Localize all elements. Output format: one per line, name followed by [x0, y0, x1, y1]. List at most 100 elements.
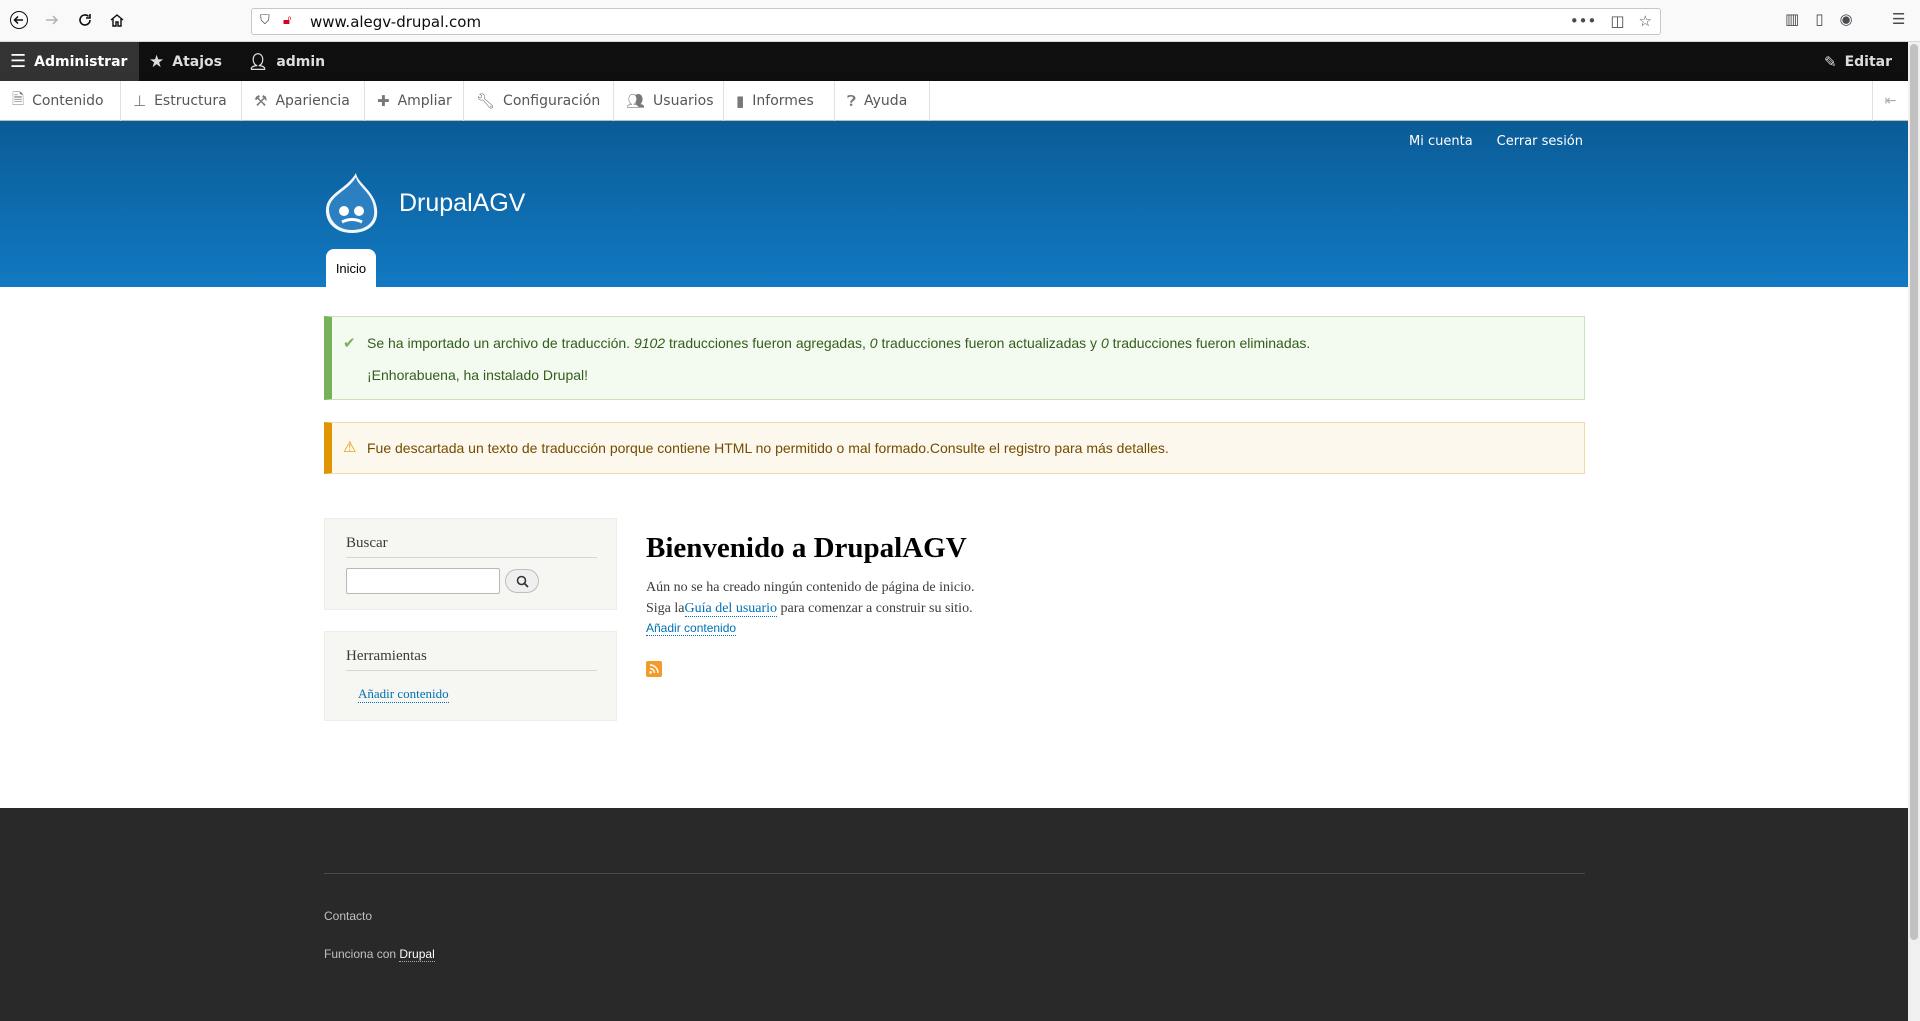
edit-button[interactable]: ✎ Editar — [1814, 42, 1908, 81]
drupal-logo[interactable] — [323, 171, 381, 235]
admin-toolbar: ☰ Administrar ★ Atajos 👤︎ admin ✎ Editar — [0, 42, 1908, 81]
secondary-menu: Mi cuenta Cerrar sesión — [1409, 134, 1583, 149]
pencil-icon: ✎ — [1823, 52, 1837, 71]
address-bar[interactable]: ⛉ 🔓︎ www.alegv-drupal.com ••• ◫ ☆ — [251, 8, 1661, 35]
account-icon[interactable]: ◉ — [1839, 10, 1852, 28]
collapse-icon: ⇤ — [1884, 93, 1897, 109]
tray-item-estructura[interactable]: ⊥ Estructura — [121, 81, 242, 121]
powered-by: Funciona con Drupal — [324, 947, 435, 962]
updated-count: 0 — [869, 335, 878, 351]
shortcuts-button[interactable]: ★ Atajos — [139, 42, 232, 81]
star-icon: ★ — [149, 51, 165, 72]
search-input[interactable] — [346, 568, 500, 594]
footer-divider — [324, 873, 1585, 874]
search-block: Buscar — [324, 518, 617, 610]
tab-inicio[interactable]: Inicio — [326, 249, 376, 287]
tray-item-usuarios[interactable]: 👥︎ Usuarios — [614, 81, 724, 121]
tray-label: Ampliar — [397, 93, 452, 109]
site-footer: Contacto Funciona con Drupal — [0, 808, 1908, 1021]
status-line-2: ¡Enhorabuena, ha instalado Drupal! — [367, 367, 589, 383]
my-account-link[interactable]: Mi cuenta — [1409, 134, 1473, 149]
manage-label: Administrar — [34, 53, 128, 70]
shortcuts-label: Atajos — [172, 53, 222, 70]
menu-icon[interactable]: ☰ — [1892, 10, 1905, 28]
added-text: traducciones fueron agregadas, — [668, 335, 866, 351]
edit-label: Editar — [1844, 53, 1892, 70]
intro-line-2-suffix: para comenzar a construir su sitio. — [777, 601, 973, 616]
checkmark-icon: ✔ — [343, 335, 356, 352]
warning-message: ⚠ Fue descartada un texto de traducción … — [324, 422, 1585, 474]
tray-item-configuracion[interactable]: 🔧︎ Configuración — [464, 81, 614, 121]
sidebar-icon[interactable]: ▯ — [1815, 10, 1823, 28]
bookmark-star-icon[interactable]: ☆ — [1639, 12, 1652, 30]
search-block-title: Buscar — [346, 535, 388, 551]
back-button[interactable] — [7, 8, 31, 32]
status-text: Se ha importado un archivo de traducción… — [367, 335, 631, 351]
pocket-icon[interactable]: ◫ — [1610, 12, 1624, 30]
tray-item-ayuda[interactable]: ❓︎ Ayuda — [835, 81, 930, 121]
tray-label: Contenido — [32, 93, 104, 109]
deleted-count: 0 — [1100, 335, 1109, 351]
page-scrollbar[interactable] — [1908, 42, 1920, 1021]
home-button[interactable] — [105, 8, 129, 32]
forward-button[interactable] — [40, 8, 64, 32]
user-button[interactable]: 👤︎ admin — [238, 42, 335, 81]
add-content-link[interactable]: Añadir contenido — [358, 686, 449, 703]
user-guide-link[interactable]: Guía del usuario — [684, 601, 778, 617]
deleted-text: traducciones fueron eliminadas. — [1112, 335, 1311, 351]
tray-orientation-toggle[interactable]: ⇤ — [1872, 81, 1908, 121]
hamburger-icon: ☰ — [10, 51, 27, 72]
url-text[interactable]: www.alegv-drupal.com — [310, 13, 481, 31]
tray-item-contenido[interactable]: 🗎︎ Contenido — [0, 81, 121, 121]
browser-toolbar: ⛉ 🔓︎ www.alegv-drupal.com ••• ◫ ☆ ▥ ▯ ◉ … — [0, 0, 1920, 42]
block-divider — [346, 670, 597, 671]
intro-line-2-prefix: Siga la — [646, 601, 685, 616]
sitemap-icon: ⊥ — [133, 92, 147, 110]
search-button[interactable] — [505, 569, 539, 593]
tray-item-ampliar[interactable]: ✚ Ampliar — [365, 81, 464, 121]
site-name[interactable]: DrupalAGV — [399, 189, 525, 218]
intro-line-1: Aún no se ha creado ningún contenido de … — [646, 580, 975, 595]
page-actions-icon[interactable]: ••• — [1570, 12, 1597, 30]
warning-icon: ⚠ — [343, 439, 357, 456]
tray-label: Ayuda — [864, 93, 908, 109]
tray-label: Informes — [752, 93, 814, 109]
drupal-link[interactable]: Drupal — [399, 947, 435, 962]
tray-item-apariencia[interactable]: ⚒ Apariencia — [242, 81, 365, 121]
intro-line-2: Siga laGuía del usuario para comenzar a … — [646, 601, 973, 617]
tray-label: Configuración — [503, 93, 601, 109]
rss-feed-icon[interactable] — [646, 661, 662, 677]
warning-text: Fue descartada un texto de traducción po… — [367, 440, 1169, 456]
shield-icon[interactable]: ⛉ — [260, 13, 270, 28]
insecure-lock-icon[interactable]: 🔓︎ — [283, 13, 291, 28]
added-count: 9102 — [633, 335, 666, 351]
help-icon: ❓︎ — [847, 92, 857, 110]
user-icon: 👤︎ — [248, 52, 269, 71]
status-message: ✔ Se ha importado un archivo de traducci… — [324, 316, 1585, 400]
reload-button[interactable] — [73, 8, 97, 32]
tray-label: Apariencia — [275, 93, 350, 109]
powered-by-text: Funciona con — [324, 947, 400, 961]
page-title: Bienvenido a DrupalAGV — [646, 532, 967, 564]
wrench-icon: 🔧︎ — [476, 92, 496, 110]
status-line-1: Se ha importado un archivo de traducción… — [367, 335, 1310, 351]
search-icon — [516, 575, 529, 588]
add-content-main-link[interactable]: Añadir contenido — [646, 621, 737, 636]
home-icon — [110, 14, 124, 27]
admin-tray: 🗎︎ Contenido ⊥ Estructura ⚒ Apariencia ✚… — [0, 81, 1908, 121]
library-icon[interactable]: ▥ — [1785, 10, 1799, 28]
tray-label: Usuarios — [653, 93, 714, 109]
reload-icon — [79, 14, 91, 26]
bar-chart-icon: ▮ — [736, 92, 745, 110]
logout-link[interactable]: Cerrar sesión — [1497, 134, 1583, 149]
scrollbar-thumb[interactable] — [1910, 44, 1918, 940]
tools-block: Herramientas Añadir contenido — [324, 631, 617, 721]
manage-button[interactable]: ☰ Administrar — [0, 42, 139, 81]
rss-glyph-icon — [649, 664, 659, 674]
file-icon: 🗎︎ — [12, 89, 25, 108]
tray-label: Estructura — [154, 93, 227, 109]
tray-item-informes[interactable]: ▮ Informes — [724, 81, 835, 121]
paintbrush-icon: ⚒ — [254, 92, 268, 110]
people-icon: 👥︎ — [626, 92, 646, 110]
contact-link[interactable]: Contacto — [324, 909, 372, 923]
